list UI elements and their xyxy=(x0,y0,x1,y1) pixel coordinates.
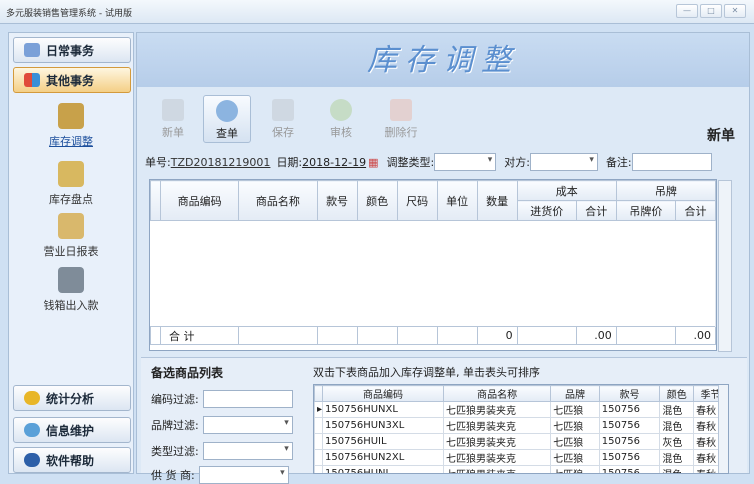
table-row[interactable]: 150756HUN3XL 七匹狼男装夹克 七匹狼 150756 混色 春秋 xyxy=(314,417,728,434)
note-input[interactable] xyxy=(631,153,712,171)
window-title: 多元服装销售管理系统 - 试用版 xyxy=(6,9,132,19)
save-icon xyxy=(272,99,294,121)
table-row[interactable]: 150756HUIL 七匹狼男装夹克 七匹狼 150756 灰色 春秋 xyxy=(314,433,728,450)
sidebar-item-daily-report[interactable]: 营业日报表 xyxy=(9,213,133,259)
close-button[interactable]: ✕ xyxy=(724,4,746,18)
new-doc-icon xyxy=(162,99,184,121)
grid-icon xyxy=(24,73,40,87)
table-row[interactable]: 150756HUN2XL 七匹狼男装夹克 七匹狼 150756 混色 春秋 xyxy=(314,449,728,466)
cashbox-icon xyxy=(58,267,84,293)
candidate-hint: 双击下表商品加入库存调整单, 单击表头可排序 xyxy=(313,366,540,379)
candidate-panel: 备选商品列表 双击下表商品加入库存调整单, 单击表头可排序 编码过滤: 品牌过滤… xyxy=(141,357,747,484)
stats-icon xyxy=(24,391,40,405)
date-field[interactable]: 2018-12-19 xyxy=(302,156,366,169)
sidebar-item-stock-adjust[interactable]: 库存调整 xyxy=(9,103,133,149)
adjust-type-select[interactable] xyxy=(434,153,497,171)
grid-scrollbar[interactable] xyxy=(718,180,732,352)
adjust-grid[interactable]: 商品编码 商品名称 款号 颜色 尺码 单位 数量 成本 吊牌 进货价 合计 吊牌… xyxy=(149,179,732,352)
sidebar: 日常事务 其他事务 库存调整 库存盘点 营业日报表 钱箱出入款 统计分析 信息维… xyxy=(8,32,134,474)
supplier-filter-select[interactable] xyxy=(198,466,289,484)
form-row: 单号: TZD20181219001 日期: 2018-12-19 ▦ 调整类型… xyxy=(145,151,745,173)
table-row[interactable]: ▸ 150756HUNXL 七匹狼男装夹克 七匹狼 150756 混色 春秋 xyxy=(314,401,728,418)
query-button[interactable]: 查单 xyxy=(203,95,251,143)
table-row[interactable]: 150756HUNL七匹狼男装夹克七匹狼150756混色春秋 xyxy=(314,465,728,473)
calendar-icon[interactable]: ▦ xyxy=(368,156,378,169)
page-title: 库存调整 xyxy=(137,33,749,87)
gear-icon xyxy=(24,423,40,437)
check-icon xyxy=(330,99,352,121)
maximize-button[interactable]: □ xyxy=(700,4,722,18)
minimize-button[interactable]: — xyxy=(676,4,698,18)
nav-info-button[interactable]: 信息维护 xyxy=(13,417,131,443)
nav-stats-button[interactable]: 统计分析 xyxy=(13,385,131,411)
toolbar: 新单 查单 保存 审核 删除行 xyxy=(145,95,741,145)
report-icon xyxy=(58,213,84,239)
brand-filter-select[interactable] xyxy=(202,416,293,434)
sidebar-item-stock-count[interactable]: 库存盘点 xyxy=(9,161,133,207)
adjust-icon xyxy=(58,103,84,129)
nav-daily-button[interactable]: 日常事务 xyxy=(13,37,131,63)
list-scrollbar[interactable] xyxy=(718,385,728,473)
order-no: TZD20181219001 xyxy=(170,155,271,169)
mode-label: 新单 xyxy=(707,128,735,144)
main-panel: 库存调整 新单 查单 保存 审核 删除行 新单 单号: TZD201812190… xyxy=(136,32,750,484)
title-bar: 多元服装销售管理系统 - 试用版 — □ ✕ xyxy=(0,0,754,24)
audit-button[interactable]: 审核 xyxy=(317,95,365,143)
magnifier-icon xyxy=(216,100,238,122)
sidebar-item-cashbox[interactable]: 钱箱出入款 xyxy=(9,267,133,313)
delete-row-icon xyxy=(390,99,412,121)
delete-row-button[interactable]: 删除行 xyxy=(373,95,429,143)
count-icon xyxy=(58,161,84,187)
nav-help-button[interactable]: 软件帮助 xyxy=(13,447,131,473)
code-filter-input[interactable] xyxy=(202,390,293,408)
nav-other-button[interactable]: 其他事务 xyxy=(13,67,131,93)
product-list[interactable]: 商品编码 商品名称 品牌 款号 颜色 季节 ▸ 150756HUNXL 七匹狼男装夹… xyxy=(313,384,729,474)
party-select[interactable] xyxy=(529,153,598,171)
save-button[interactable]: 保存 xyxy=(259,95,307,143)
new-button[interactable]: 新单 xyxy=(149,95,197,143)
book-icon xyxy=(24,43,40,57)
candidate-title: 备选商品列表 xyxy=(151,366,224,380)
total-row: 合 计 0 .00 .00 xyxy=(150,326,717,345)
type-filter-select[interactable] xyxy=(202,442,293,460)
help-icon xyxy=(24,453,40,467)
